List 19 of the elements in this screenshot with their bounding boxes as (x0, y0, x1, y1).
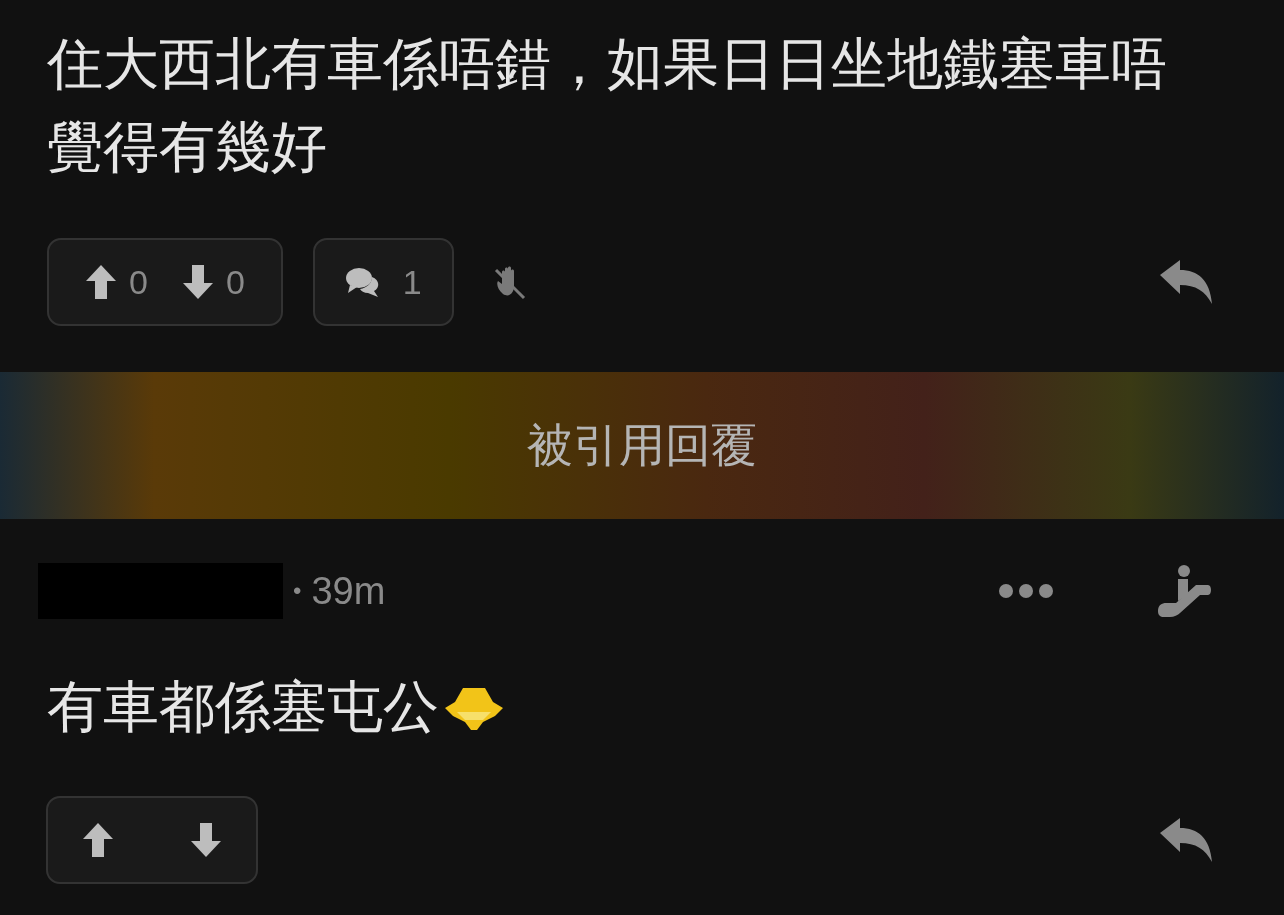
upvote-button[interactable] (82, 822, 114, 858)
down-arrow-icon (190, 822, 222, 858)
reply-icon[interactable] (1158, 816, 1214, 864)
separator-dot: • (293, 577, 302, 605)
chat-bubbles-icon (344, 266, 381, 298)
downvote-button[interactable] (190, 822, 222, 858)
post-text: 住大西北有車係唔錯，如果日日坐地鐵塞車唔覺得有幾好 (47, 31, 1168, 180)
hand-off-icon[interactable] (493, 264, 528, 300)
reply-icon[interactable] (1158, 258, 1214, 306)
comments-button[interactable]: 1 (312, 238, 454, 326)
up-arrow-icon (85, 264, 117, 300)
up-arrow-icon (82, 822, 114, 858)
quote-banner[interactable]: 被引用回覆 (0, 372, 1284, 519)
reply-text: 有車都係塞屯公 (47, 674, 439, 740)
post-time: 39m (311, 569, 386, 613)
downvote-button[interactable]: 0 (181, 262, 245, 302)
more-icon[interactable] (998, 583, 1054, 599)
upvote-button[interactable]: 0 (85, 262, 148, 302)
down-arrow-icon (181, 264, 214, 300)
